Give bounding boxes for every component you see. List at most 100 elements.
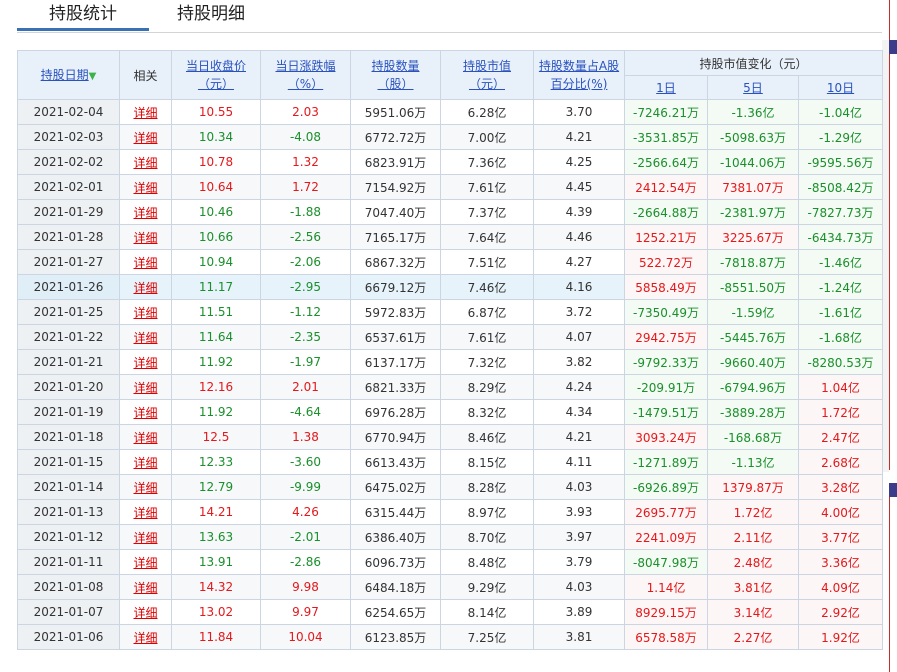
related-cell: 详细 xyxy=(119,149,172,175)
change-5d-link[interactable]: 5日 xyxy=(743,81,763,95)
holding-qty-l2[interactable]: （股） xyxy=(377,77,413,91)
close-cell: 13.02 xyxy=(171,599,261,625)
change-10d-cell: 2.92亿 xyxy=(797,599,884,625)
detail-link[interactable]: 详细 xyxy=(133,631,157,645)
ratio-cell: 3.82 xyxy=(533,349,625,375)
holding-qty-l1[interactable]: 持股数量 xyxy=(371,59,419,73)
detail-link[interactable]: 详细 xyxy=(133,481,157,495)
date-cell: 2021-01-08 xyxy=(17,574,120,600)
detail-link[interactable]: 详细 xyxy=(133,106,157,120)
pct-change-l1[interactable]: 当日涨跌幅 xyxy=(275,59,335,73)
ratio-cell: 3.70 xyxy=(533,99,625,125)
change-10d-cell: 3.28亿 xyxy=(797,474,884,500)
close-cell: 10.78 xyxy=(171,149,261,175)
related-cell: 详细 xyxy=(119,324,172,350)
mv-cell: 8.46亿 xyxy=(440,424,534,450)
ratio-l1[interactable]: 持股数量占A股 xyxy=(539,59,619,73)
detail-link[interactable]: 详细 xyxy=(133,131,157,145)
col-pct-header[interactable]: 当日涨跌幅 （%） xyxy=(260,50,351,100)
detail-link[interactable]: 详细 xyxy=(133,531,157,545)
ratio-cell: 4.25 xyxy=(533,149,625,175)
detail-link[interactable]: 详细 xyxy=(133,281,157,295)
detail-link[interactable]: 详细 xyxy=(133,456,157,470)
close-cell: 14.32 xyxy=(171,574,261,600)
close-cell: 12.5 xyxy=(171,424,261,450)
pct-cell: 2.01 xyxy=(260,374,351,400)
related-cell: 详细 xyxy=(119,449,172,475)
detail-link[interactable]: 详细 xyxy=(133,181,157,195)
date-cell: 2021-01-25 xyxy=(17,299,120,325)
col-mv-header[interactable]: 持股市值 （元） xyxy=(440,50,534,100)
change-10d-cell: -1.68亿 xyxy=(797,324,884,350)
detail-link[interactable]: 详细 xyxy=(133,231,157,245)
date-cell: 2021-01-29 xyxy=(17,199,120,225)
date-cell: 2021-01-06 xyxy=(17,624,120,650)
close-price-l1[interactable]: 当日收盘价 xyxy=(186,59,246,73)
table-row: 2021-01-19 详细 11.92 -4.64 6976.28万 8.32亿 4.34-… xyxy=(17,399,884,425)
mv-cell: 7.37亿 xyxy=(440,199,534,225)
change-10d-cell: 3.36亿 xyxy=(797,549,884,575)
detail-link[interactable]: 详细 xyxy=(133,556,157,570)
col-5d-header[interactable]: 5日 xyxy=(707,75,799,100)
sort-date-link[interactable]: 持股日期 xyxy=(41,68,89,82)
change-10d-cell: 2.47亿 xyxy=(797,424,884,450)
detail-link[interactable]: 详细 xyxy=(133,506,157,520)
table-row: 2021-01-29 详细 10.46 -1.88 7047.40万 7.37亿 4.39-… xyxy=(17,199,884,225)
detail-link[interactable]: 详细 xyxy=(133,356,157,370)
related-cell: 详细 xyxy=(119,399,172,425)
detail-link[interactable]: 详细 xyxy=(133,206,157,220)
change-10d-cell: 2.68亿 xyxy=(797,449,884,475)
col-10d-header[interactable]: 10日 xyxy=(797,75,884,100)
pct-cell: 10.04 xyxy=(260,624,351,650)
related-cell: 详细 xyxy=(119,374,172,400)
close-price-l2[interactable]: （元） xyxy=(198,77,234,91)
qty-cell: 6137.17万 xyxy=(350,349,441,375)
side-scroll-area xyxy=(882,40,889,472)
tab-holding-details[interactable]: 持股明细 xyxy=(177,2,257,30)
market-value-l2[interactable]: （元） xyxy=(469,77,505,91)
market-value-l1[interactable]: 持股市值 xyxy=(463,59,511,73)
change-5d-cell: 3225.67万 xyxy=(707,224,799,250)
mv-cell: 8.15亿 xyxy=(440,449,534,475)
qty-cell: 7165.17万 xyxy=(350,224,441,250)
col-date-header[interactable]: 持股日期▼ xyxy=(17,50,120,100)
detail-link[interactable]: 详细 xyxy=(133,581,157,595)
detail-link[interactable]: 详细 xyxy=(133,606,157,620)
tab-holding-stats[interactable]: 持股统计 xyxy=(17,2,149,30)
col-1d-header[interactable]: 1日 xyxy=(624,75,708,100)
change-5d-cell: -1.59亿 xyxy=(707,299,799,325)
change-1d-cell: -6926.89万 xyxy=(624,474,708,500)
change-1d-link[interactable]: 1日 xyxy=(656,81,676,95)
detail-link[interactable]: 详细 xyxy=(133,156,157,170)
detail-link[interactable]: 详细 xyxy=(133,406,157,420)
col-ratio-header[interactable]: 持股数量占A股 百分比(%) xyxy=(533,50,625,100)
col-close-header[interactable]: 当日收盘价 （元） xyxy=(171,50,261,100)
ratio-l2[interactable]: 百分比(%) xyxy=(551,77,608,91)
detail-link[interactable]: 详细 xyxy=(133,431,157,445)
pct-cell: -2.56 xyxy=(260,224,351,250)
mv-cell: 6.28亿 xyxy=(440,99,534,125)
pct-change-l2[interactable]: （%） xyxy=(288,77,323,91)
pct-cell: -2.86 xyxy=(260,549,351,575)
qty-cell: 6770.94万 xyxy=(350,424,441,450)
change-10d-link[interactable]: 10日 xyxy=(827,81,854,95)
ratio-cell: 4.39 xyxy=(533,199,625,225)
detail-link[interactable]: 详细 xyxy=(133,331,157,345)
related-cell: 详细 xyxy=(119,224,172,250)
col-related-header: 相关 xyxy=(119,50,172,100)
table-row: 2021-01-21 详细 11.92 -1.97 6137.17万 7.32亿 3.82-… xyxy=(17,349,884,375)
related-cell: 详细 xyxy=(119,499,172,525)
mv-cell: 7.61亿 xyxy=(440,174,534,200)
mv-cell: 7.64亿 xyxy=(440,224,534,250)
mv-cell: 7.61亿 xyxy=(440,324,534,350)
mv-cell: 7.25亿 xyxy=(440,624,534,650)
detail-link[interactable]: 详细 xyxy=(133,306,157,320)
detail-link[interactable]: 详细 xyxy=(133,256,157,270)
qty-cell: 6123.85万 xyxy=(350,624,441,650)
mv-cell: 7.46亿 xyxy=(440,274,534,300)
col-qty-header[interactable]: 持股数量 （股） xyxy=(350,50,441,100)
mv-cell: 8.48亿 xyxy=(440,549,534,575)
close-cell: 12.33 xyxy=(171,449,261,475)
detail-link[interactable]: 详细 xyxy=(133,381,157,395)
change-5d-cell: -1044.06万 xyxy=(707,149,799,175)
